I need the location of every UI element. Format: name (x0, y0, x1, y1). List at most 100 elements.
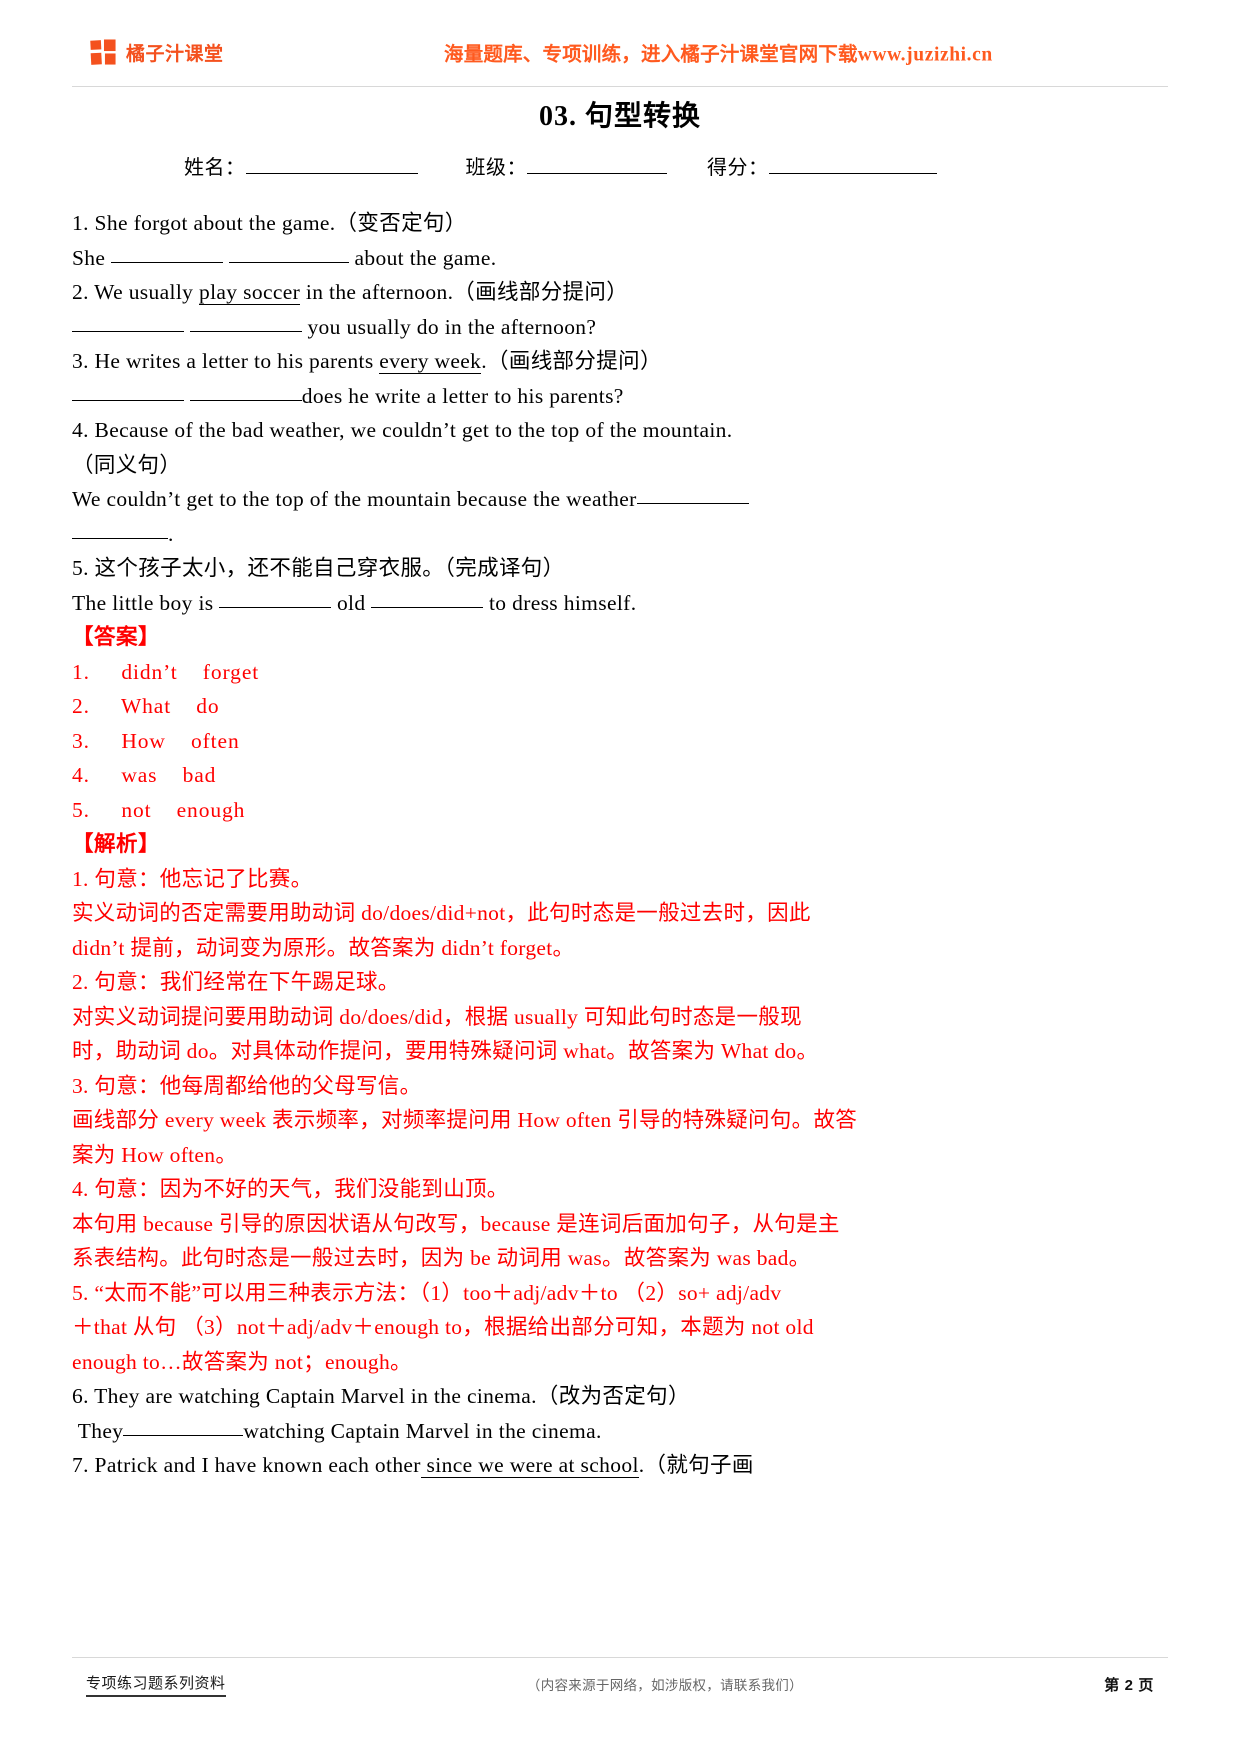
answer-4-pre: We couldn’t get to the top of the mounta… (72, 487, 637, 511)
answer-5-post: to dress himself. (483, 590, 637, 615)
footer-series-label: 专项练习题系列资料 (86, 1672, 226, 1697)
name-label: 姓名： (184, 157, 246, 179)
analysis-line: 画线部分 every week 表示频率，对频率提问用 How often 引导… (72, 1108, 858, 1132)
analysis-line: 时，助动词 do。对具体动作提问，要用特殊疑问词 what。故答案为 What … (72, 1039, 819, 1063)
answer-4-post: . (168, 521, 174, 546)
answer-line-1: She about the game. (72, 241, 1168, 276)
answer-item-5-num: 5. (72, 797, 90, 822)
question-4: 4. Because of the bad weather, we couldn… (72, 418, 733, 442)
answer-item-4-first: was (121, 763, 158, 787)
page-header: 橘子汁课堂 海量题库、专项训练，进入橘子汁课堂官网下载www.juzizhi.c… (72, 26, 1168, 78)
analysis-line: 5. “太而不能”可以用三种表示方法：（1）too＋adj/adv＋to （2）… (72, 1280, 782, 1305)
student-info-row: 姓名： 班级： 得分： (72, 151, 1168, 180)
score-field: 得分： (707, 151, 937, 180)
answer-1-post: about the game. (348, 245, 497, 270)
answer-line-6: They watching Captain Marvel in the cinem… (72, 1414, 1168, 1449)
analysis-line: didn’t 提前，动词变为原形。故答案为 didn’t forget。 (72, 935, 575, 960)
analysis-line: 2. 句意：我们经常在下午踢足球。 (72, 970, 400, 994)
answers-heading: 【答案】 (72, 625, 161, 649)
header-promo: 海量题库、专项训练，进入橘子汁课堂官网下载www.juzizhi.cn (444, 38, 993, 67)
answer-6-pre: They (72, 1418, 124, 1443)
question-2-post: in the afternoon.（画线部分提问） (300, 280, 629, 304)
header-url[interactable]: www.juzizhi.cn (858, 45, 993, 66)
blank-1b[interactable] (228, 261, 349, 263)
question-3-pre: 3. He writes a letter to his parents (72, 349, 380, 373)
question-1: 1. She forgot about the game.（变否定句） (72, 211, 467, 235)
analysis-line: 案为 How often。 (72, 1142, 238, 1167)
class-field: 班级： (465, 151, 667, 180)
analysis-line: 4. 句意：因为不好的天气，我们没能到山顶。 (72, 1177, 509, 1201)
analysis-line: enough to…故答案为 not；enough。 (72, 1349, 412, 1374)
analysis-line: 系表结构。此句时态是一般过去时，因为 be 动词用 was。故答案为 was b… (72, 1246, 811, 1270)
answer-item-1-num: 1. (72, 659, 90, 684)
question-2: 2. We usually play soccer in the afterno… (72, 275, 1168, 310)
answer-5-mid: old (331, 590, 372, 615)
answer-1-pre: She (72, 245, 112, 270)
answer-item-2-second: do (196, 694, 220, 718)
answer-5-pre: The little boy is (72, 590, 220, 615)
blank-2a[interactable] (72, 330, 184, 332)
answer-item-5: 5. not enough (72, 793, 1168, 828)
analysis-line: 1. 句意：他忘记了比赛。 (72, 866, 313, 891)
question-2-underlined: play soccer (198, 280, 301, 305)
header-promo-text: 海量题库、专项训练，进入橘子汁课堂官网下载 (444, 44, 858, 66)
answer-line-4: We couldn’t get to the top of the mounta… (72, 482, 1168, 517)
footer-disclaimer: （内容来源于网络，如涉版权，请联系我们） (526, 1678, 803, 1693)
answer-line-5: The little boy is old to dress himself. (72, 586, 1168, 621)
answer-item-4-num: 4. (72, 763, 90, 787)
question-3-underlined: every week (379, 349, 482, 374)
name-field: 姓名： (184, 151, 418, 180)
footer-page-number: 第 2 页 (1104, 1676, 1154, 1694)
question-3-post: .（画线部分提问） (481, 349, 662, 373)
analysis-line: 实义动词的否定需要用助动词 do/does/did+not，此句时态是一般过去时… (72, 901, 811, 925)
analysis-line: 对实义动词提问要用助动词 do/does/did，根据 usually 可知此句… (72, 1004, 802, 1029)
blank-2b[interactable] (189, 330, 302, 332)
four-square-logo-icon (90, 38, 116, 65)
blank-4b[interactable] (72, 537, 168, 539)
answer-line-4b: . (72, 517, 1168, 552)
blank-3b[interactable] (189, 399, 302, 401)
blank-6a[interactable] (123, 1434, 244, 1436)
question-7-pre: 7. Patrick and I have known each other (72, 1453, 421, 1477)
worksheet-content: 1. She forgot about the game.（变否定句） She … (72, 206, 1168, 1483)
answer-item-1-first: didn’t (121, 659, 178, 684)
answer-line-2: you usually do in the afternoon? (72, 310, 1168, 345)
score-blank[interactable] (768, 157, 937, 174)
answer-item-1-second: forget (202, 659, 260, 684)
class-label: 班级： (465, 157, 527, 179)
answer-item-5-second: enough (176, 797, 246, 822)
score-label: 得分： (707, 157, 769, 179)
page-title: 03. 句型转换 (538, 101, 701, 132)
answer-item-3-first: How (121, 728, 166, 753)
question-2-pre: 2. We usually (72, 280, 199, 304)
blank-3a[interactable] (72, 399, 184, 401)
analysis-line: 3. 句意：他每周都给他的父母写信。 (72, 1073, 422, 1098)
answer-item-3-second: often (190, 728, 240, 753)
answer-item-4-second: bad (182, 763, 217, 787)
question-7-post: .（就句子画 (638, 1453, 754, 1477)
question-3: 3. He writes a letter to his parents eve… (72, 344, 1168, 379)
blank-4a[interactable] (636, 503, 749, 504)
answer-item-2-num: 2. (72, 694, 90, 718)
name-blank[interactable] (245, 157, 418, 174)
answer-item-1: 1. didn’t forget (72, 655, 1168, 690)
answer-item-3-num: 3. (72, 728, 90, 753)
question-6: 6. They are watching Captain Marvel in t… (72, 1384, 690, 1408)
brand: 橘子汁课堂 (90, 38, 224, 66)
answer-item-2: 2. What do (72, 689, 1168, 724)
question-7: 7. Patrick and I have known each other s… (72, 1448, 1168, 1483)
answer-item-4: 4. was bad (72, 758, 1168, 793)
brand-name: 橘子汁课堂 (126, 43, 224, 65)
footer-divider (72, 1657, 1168, 1658)
blank-5b[interactable] (371, 606, 484, 608)
page-footer: 专项练习题系列资料 （内容来源于网络，如涉版权，请联系我们） 第 2 页 (72, 1666, 1168, 1702)
analysis-line: 本句用 because 引导的原因状语从句改写，because 是连词后面加句子… (72, 1211, 840, 1236)
answer-2-post: you usually do in the afternoon? (301, 314, 597, 339)
class-blank[interactable] (527, 157, 667, 174)
answer-item-3: 3. How often (72, 724, 1168, 759)
question-5: 5. 这个孩子太小，还不能自己穿衣服。（完成译句） (72, 556, 565, 580)
answer-item-5-first: not (121, 797, 152, 822)
question-7-underlined: since we were at school (420, 1453, 639, 1478)
blank-5a[interactable] (219, 606, 332, 608)
blank-1a[interactable] (111, 261, 224, 263)
